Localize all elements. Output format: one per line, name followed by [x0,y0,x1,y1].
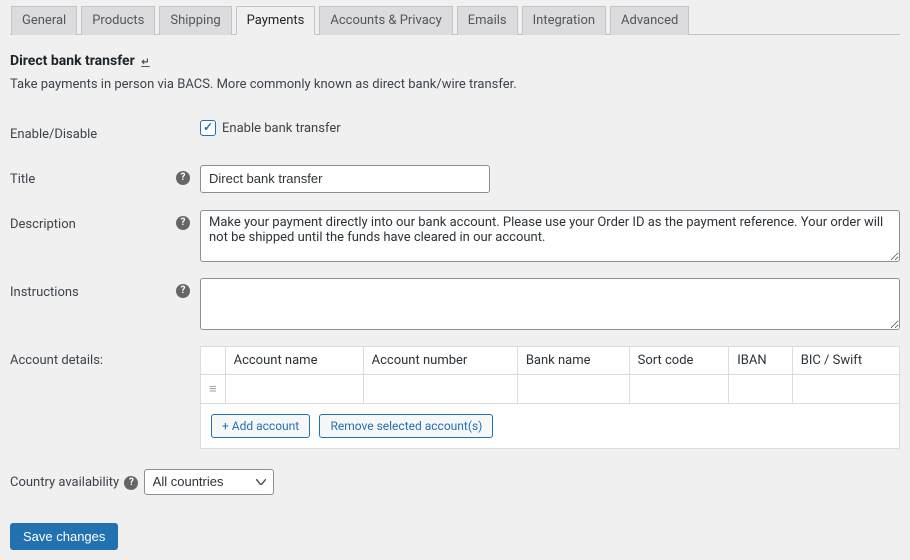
help-icon[interactable]: ? [176,216,190,230]
sort-column-header [201,347,226,375]
title-label: Title [10,157,176,202]
tab-payments[interactable]: Payments [236,6,316,35]
tab-accounts-privacy[interactable]: Accounts & Privacy [319,6,452,35]
tab-products[interactable]: Products [81,6,155,35]
section-title-text: Direct bank transfer [10,53,135,69]
enable-checkbox-text: Enable bank transfer [222,121,341,136]
add-account-button[interactable]: + Add account [211,414,310,438]
col-sort-code: Sort code [629,347,729,375]
account-row[interactable]: ≡ [201,375,900,404]
accounts-label: Account details: [10,338,176,457]
help-icon[interactable]: ? [176,171,190,185]
enable-label: Enable/Disable [10,112,176,157]
col-bic-swift: BIC / Swift [792,347,899,375]
cell-account-name[interactable] [225,375,363,404]
accounts-table: Account name Account number Bank name So… [200,346,900,449]
enable-checkbox-label[interactable]: Enable bank transfer [200,120,341,136]
cell-iban[interactable] [729,375,792,404]
description-label: Description [10,202,176,270]
col-iban: IBAN [729,347,792,375]
return-icon[interactable]: ↵ [141,57,149,68]
tab-emails[interactable]: Emails [457,6,518,35]
description-textarea[interactable] [200,210,900,262]
country-availability-label: Country availability [10,475,119,490]
tab-integration[interactable]: Integration [522,6,606,35]
section-description: Take payments in person via BACS. More c… [10,77,900,92]
help-icon[interactable]: ? [176,284,190,298]
tab-advanced[interactable]: Advanced [610,6,689,35]
cell-bank-name[interactable] [517,375,629,404]
cell-sort-code[interactable] [629,375,729,404]
tab-general[interactable]: General [11,6,77,35]
country-availability-select[interactable]: All countries [144,469,274,495]
col-account-name: Account name [225,347,363,375]
instructions-label: Instructions [10,270,176,338]
drag-handle-icon[interactable]: ≡ [201,375,226,404]
enable-checkbox[interactable] [200,120,216,136]
col-bank-name: Bank name [517,347,629,375]
settings-tabs: General Products Shipping Payments Accou… [10,5,900,35]
remove-accounts-button[interactable]: Remove selected account(s) [319,414,493,438]
help-icon[interactable]: ? [124,476,138,490]
col-account-number: Account number [363,347,517,375]
tab-shipping[interactable]: Shipping [159,6,231,35]
instructions-textarea[interactable] [200,278,900,330]
section-title: Direct bank transfer ↵ [10,53,900,69]
cell-account-number[interactable] [363,375,517,404]
cell-bic-swift[interactable] [792,375,899,404]
title-input[interactable] [200,165,490,193]
